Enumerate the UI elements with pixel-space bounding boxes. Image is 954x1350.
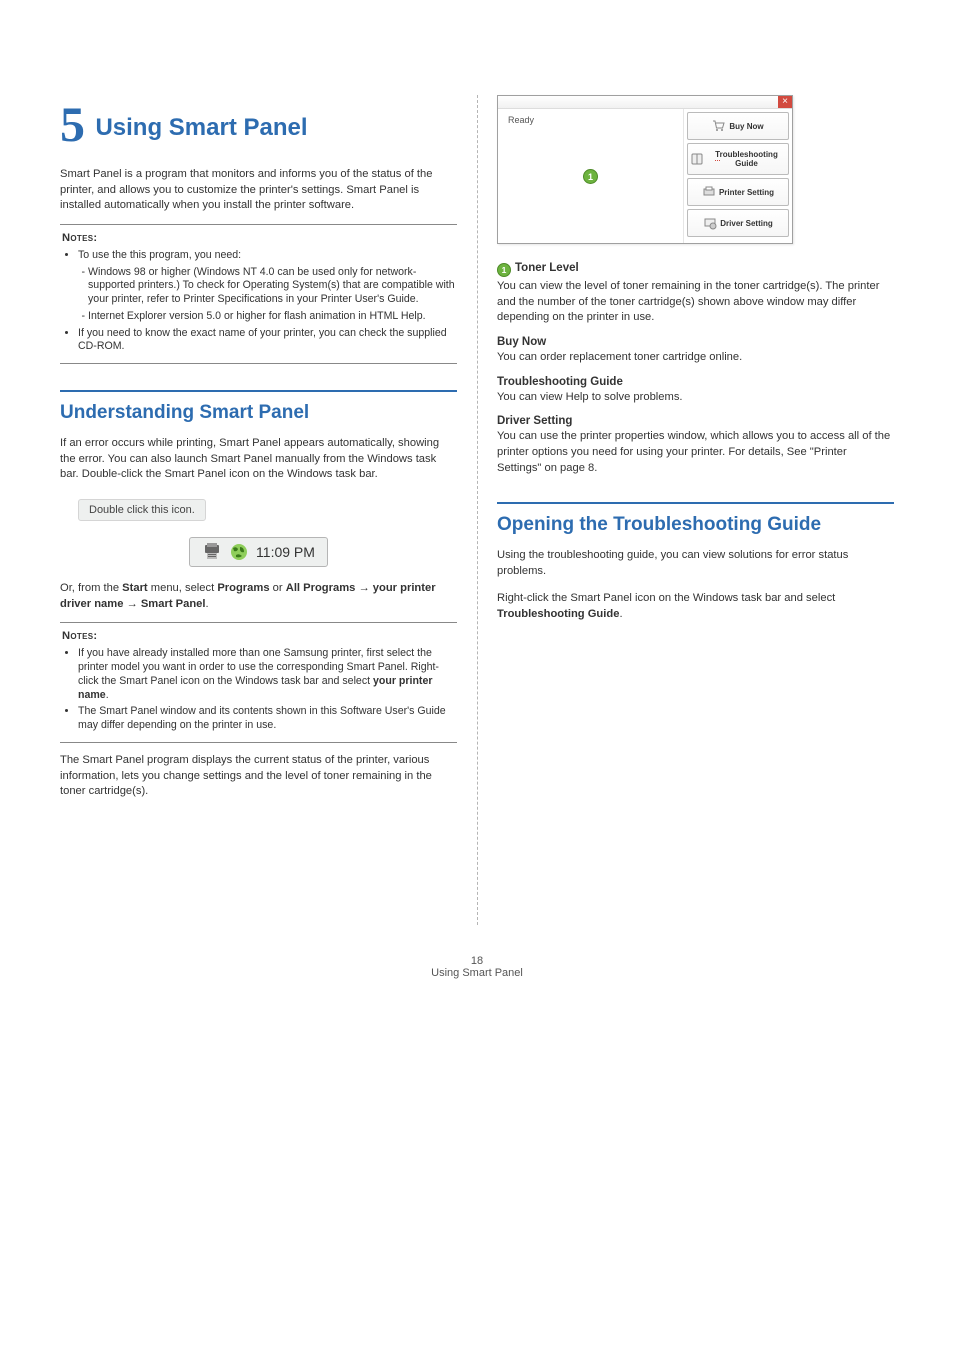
- notes-heading-1: Notes:: [62, 232, 97, 244]
- chapter-title: Using Smart Panel: [95, 114, 307, 141]
- notes1-sub-2: Internet Explorer version 5.0 or higher …: [88, 310, 455, 324]
- feature-driver-setting: Driver Setting You can use the printer p…: [497, 415, 894, 476]
- section2-p1: Using the troubleshooting guide, you can…: [497, 548, 894, 579]
- feature-toner-level: 1Toner Level You can view the level of t…: [497, 262, 894, 326]
- taskbar-time: 11:09 PM: [256, 544, 315, 560]
- notes1-sub-1: Windows 98 or higher (Windows NT 4.0 can…: [88, 266, 455, 307]
- section2-p2: Right-click the Smart Panel icon on the …: [497, 591, 894, 622]
- section-title-understanding: Understanding Smart Panel: [60, 390, 457, 425]
- feature-buy-text: You can order replacement toner cartridg…: [497, 350, 894, 366]
- smart-panel-window: × Ready 1 Buy Now Troubleshootin: [497, 95, 793, 244]
- printer-icon: [202, 543, 222, 561]
- feature-buy-now: Buy Now You can order replacement toner …: [497, 336, 894, 366]
- buy-now-button[interactable]: Buy Now: [687, 112, 789, 140]
- driver-setting-icon: [703, 216, 717, 230]
- page-footer-label: Using Smart Panel: [60, 967, 894, 979]
- sp-callout-badge: 1: [583, 169, 598, 184]
- close-icon[interactable]: ×: [778, 96, 792, 108]
- notes-box-1: Notes: To use the this program, you need…: [60, 224, 457, 364]
- chapter-number: 5: [60, 96, 85, 152]
- notes2-item-2: The Smart Panel window and its contents …: [78, 705, 455, 733]
- sp-titlebar: ×: [498, 96, 792, 109]
- book-icon: [690, 152, 704, 166]
- driver-setting-button[interactable]: Driver Setting: [687, 209, 789, 237]
- section-title-troubleshooting: Opening the Troubleshooting Guide: [497, 502, 894, 537]
- section1-p2: Or, from the Start menu, select Programs…: [60, 581, 457, 612]
- notes2-item-1: If you have already installed more than …: [78, 647, 455, 702]
- notes1-item-2: If you need to know the exact name of yo…: [78, 327, 455, 355]
- right-intro: The Smart Panel program displays the cur…: [60, 753, 457, 800]
- page-number: 18: [60, 955, 894, 967]
- feature-toner-text: You can view the level of toner remainin…: [497, 279, 894, 326]
- feature-troubleshooting: Troubleshooting Guide You can view Help …: [497, 376, 894, 406]
- printer-setting-icon: [702, 185, 716, 199]
- sp-status-text: Ready: [508, 115, 673, 125]
- page-footer: 18 Using Smart Panel: [60, 955, 894, 979]
- callout-badge-1: 1: [497, 263, 511, 277]
- globe-icon: [230, 543, 248, 561]
- column-divider: [477, 95, 478, 925]
- cart-icon: [712, 119, 726, 133]
- troubleshooting-guide-button[interactable]: Troubleshooting Guide: [687, 143, 789, 175]
- printer-setting-button[interactable]: Printer Setting: [687, 178, 789, 206]
- notes1-item-1: To use the this program, you need: Windo…: [78, 249, 455, 324]
- feature-trouble-text: You can view Help to solve problems.: [497, 390, 894, 406]
- troubleshooting-label-rest: roubleshooting Guide: [720, 150, 778, 168]
- section1-p1: If an error occurs while printing, Smart…: [60, 436, 457, 483]
- notes-heading-2: Notes:: [62, 630, 97, 642]
- feature-driver-text: You can use the printer properties windo…: [497, 429, 894, 476]
- notes-box-2: Notes: If you have already installed mor…: [60, 622, 457, 742]
- taskbar-tray-figure: 11:09 PM: [60, 537, 457, 567]
- taskbar-tray: 11:09 PM: [189, 537, 328, 567]
- double-click-callout: Double click this icon.: [78, 499, 206, 521]
- chapter-heading: 5 Using Smart Panel: [60, 95, 457, 153]
- intro-paragraph: Smart Panel is a program that monitors a…: [60, 167, 457, 214]
